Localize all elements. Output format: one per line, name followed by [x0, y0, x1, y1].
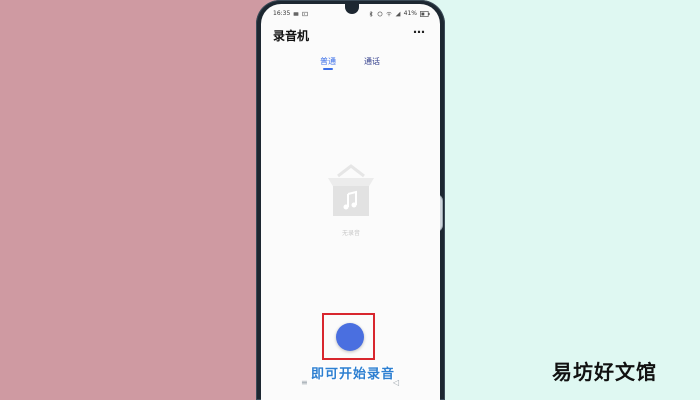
tab-normal[interactable]: 普通 — [320, 56, 336, 67]
more-options-button[interactable]: ⋯ — [413, 25, 426, 39]
battery-percent: 41% — [403, 10, 417, 17]
battery-icon — [420, 10, 430, 17]
status-time: 16:35 — [273, 10, 291, 17]
signal-icon — [395, 11, 401, 16]
empty-label: 无录音 — [341, 230, 360, 237]
watermark: 易坊好文馆 — [552, 360, 657, 384]
photo-icon — [302, 11, 308, 16]
status-left: 16:35 — [273, 10, 308, 17]
bluetooth-icon — [369, 10, 373, 17]
notification-icon — [293, 11, 299, 16]
back-icon[interactable]: ◁ — [393, 378, 399, 387]
status-right: 41% — [368, 10, 430, 17]
wifi-icon — [386, 11, 392, 16]
tab-bar: 普通 通话 — [261, 56, 440, 72]
music-box-icon — [328, 164, 374, 216]
menu-icon[interactable]: ≡ — [301, 378, 308, 387]
empty-state: 无录音 — [324, 162, 378, 242]
alarm-icon — [377, 11, 383, 16]
nav-bar: ≡ ◁ — [261, 376, 440, 396]
tab-call[interactable]: 通话 — [364, 56, 380, 67]
active-tab-indicator — [323, 68, 333, 70]
page-title: 录音机 — [273, 29, 310, 43]
record-button[interactable] — [336, 323, 364, 351]
